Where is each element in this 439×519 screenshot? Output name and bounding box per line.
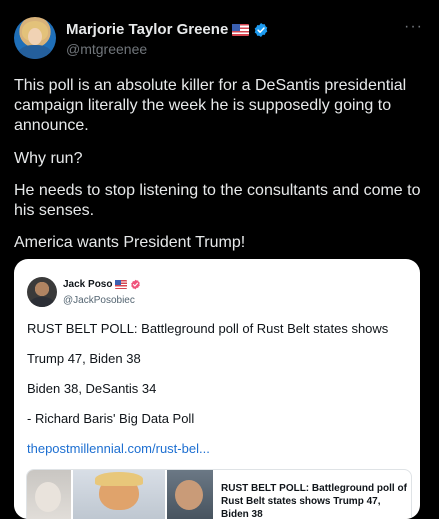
tweet-paragraph-2: Why run? <box>14 150 83 167</box>
link-preview-title[interactable]: RUST BELT POLL: Battleground poll of Rus… <box>221 482 407 519</box>
verified-badge-icon <box>131 279 141 290</box>
author-handle[interactable]: @mtgreenee <box>66 41 147 57</box>
quoted-author-name[interactable]: Jack Poso <box>63 279 112 290</box>
tweet-paragraph-4: America wants President Trump! <box>14 234 246 251</box>
us-flag-icon <box>232 23 250 36</box>
tweet-paragraph-3: He needs to stop listening to the consul… <box>14 182 421 219</box>
quoted-line-1: RUST BELT POLL: Battleground poll of Rus… <box>27 321 389 336</box>
author-name[interactable]: Marjorie Taylor Greene <box>66 21 228 38</box>
quoted-author-handle[interactable]: @JackPosobiec <box>63 295 135 306</box>
author-name-row[interactable]: Marjorie Taylor Greene <box>66 21 269 38</box>
link-preview-card[interactable]: RUST BELT POLL: Battleground poll of Rus… <box>26 469 412 519</box>
quoted-tweet[interactable]: Jack Poso @JackPosobiec RUST BELT POLL: … <box>14 259 420 519</box>
preview-image-2 <box>73 470 165 519</box>
verified-badge-icon <box>255 22 268 37</box>
quoted-line-2: Trump 47, Biden 38 <box>27 351 141 366</box>
more-horizontal-icon[interactable]: ··· <box>404 18 423 36</box>
link-preview-images <box>27 470 213 519</box>
quoted-line-4: - Richard Baris' Big Data Poll <box>27 411 195 426</box>
preview-image-1 <box>27 470 71 519</box>
avatar[interactable] <box>14 17 56 59</box>
tweet: Marjorie Taylor Greene @mtgreenee ··· Th… <box>0 0 439 519</box>
quoted-author-name-row[interactable]: Jack Poso <box>63 279 141 290</box>
us-flag-icon <box>115 280 128 289</box>
preview-image-3 <box>167 470 213 519</box>
quoted-avatar[interactable] <box>27 277 57 307</box>
tweet-paragraph-1: This poll is an absolute killer for a De… <box>14 77 407 134</box>
quoted-link[interactable]: thepostmillennial.com/rust-bel... <box>27 441 210 456</box>
quoted-line-3: Biden 38, DeSantis 34 <box>27 381 157 396</box>
